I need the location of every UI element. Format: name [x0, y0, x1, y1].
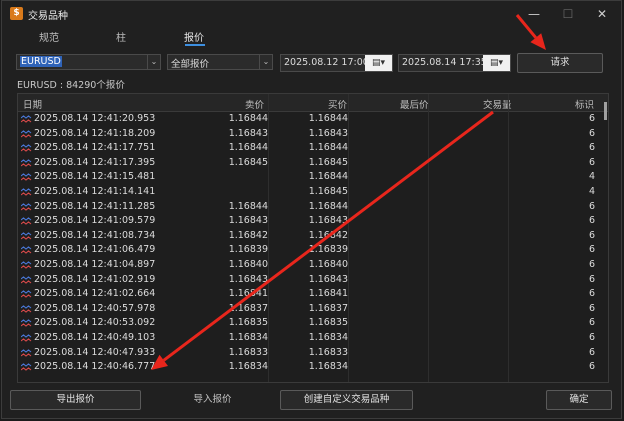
annotation-arrow-request	[515, 14, 546, 50]
annotation-arrows	[151, 14, 546, 370]
annotation-arrow-export	[151, 110, 494, 370]
